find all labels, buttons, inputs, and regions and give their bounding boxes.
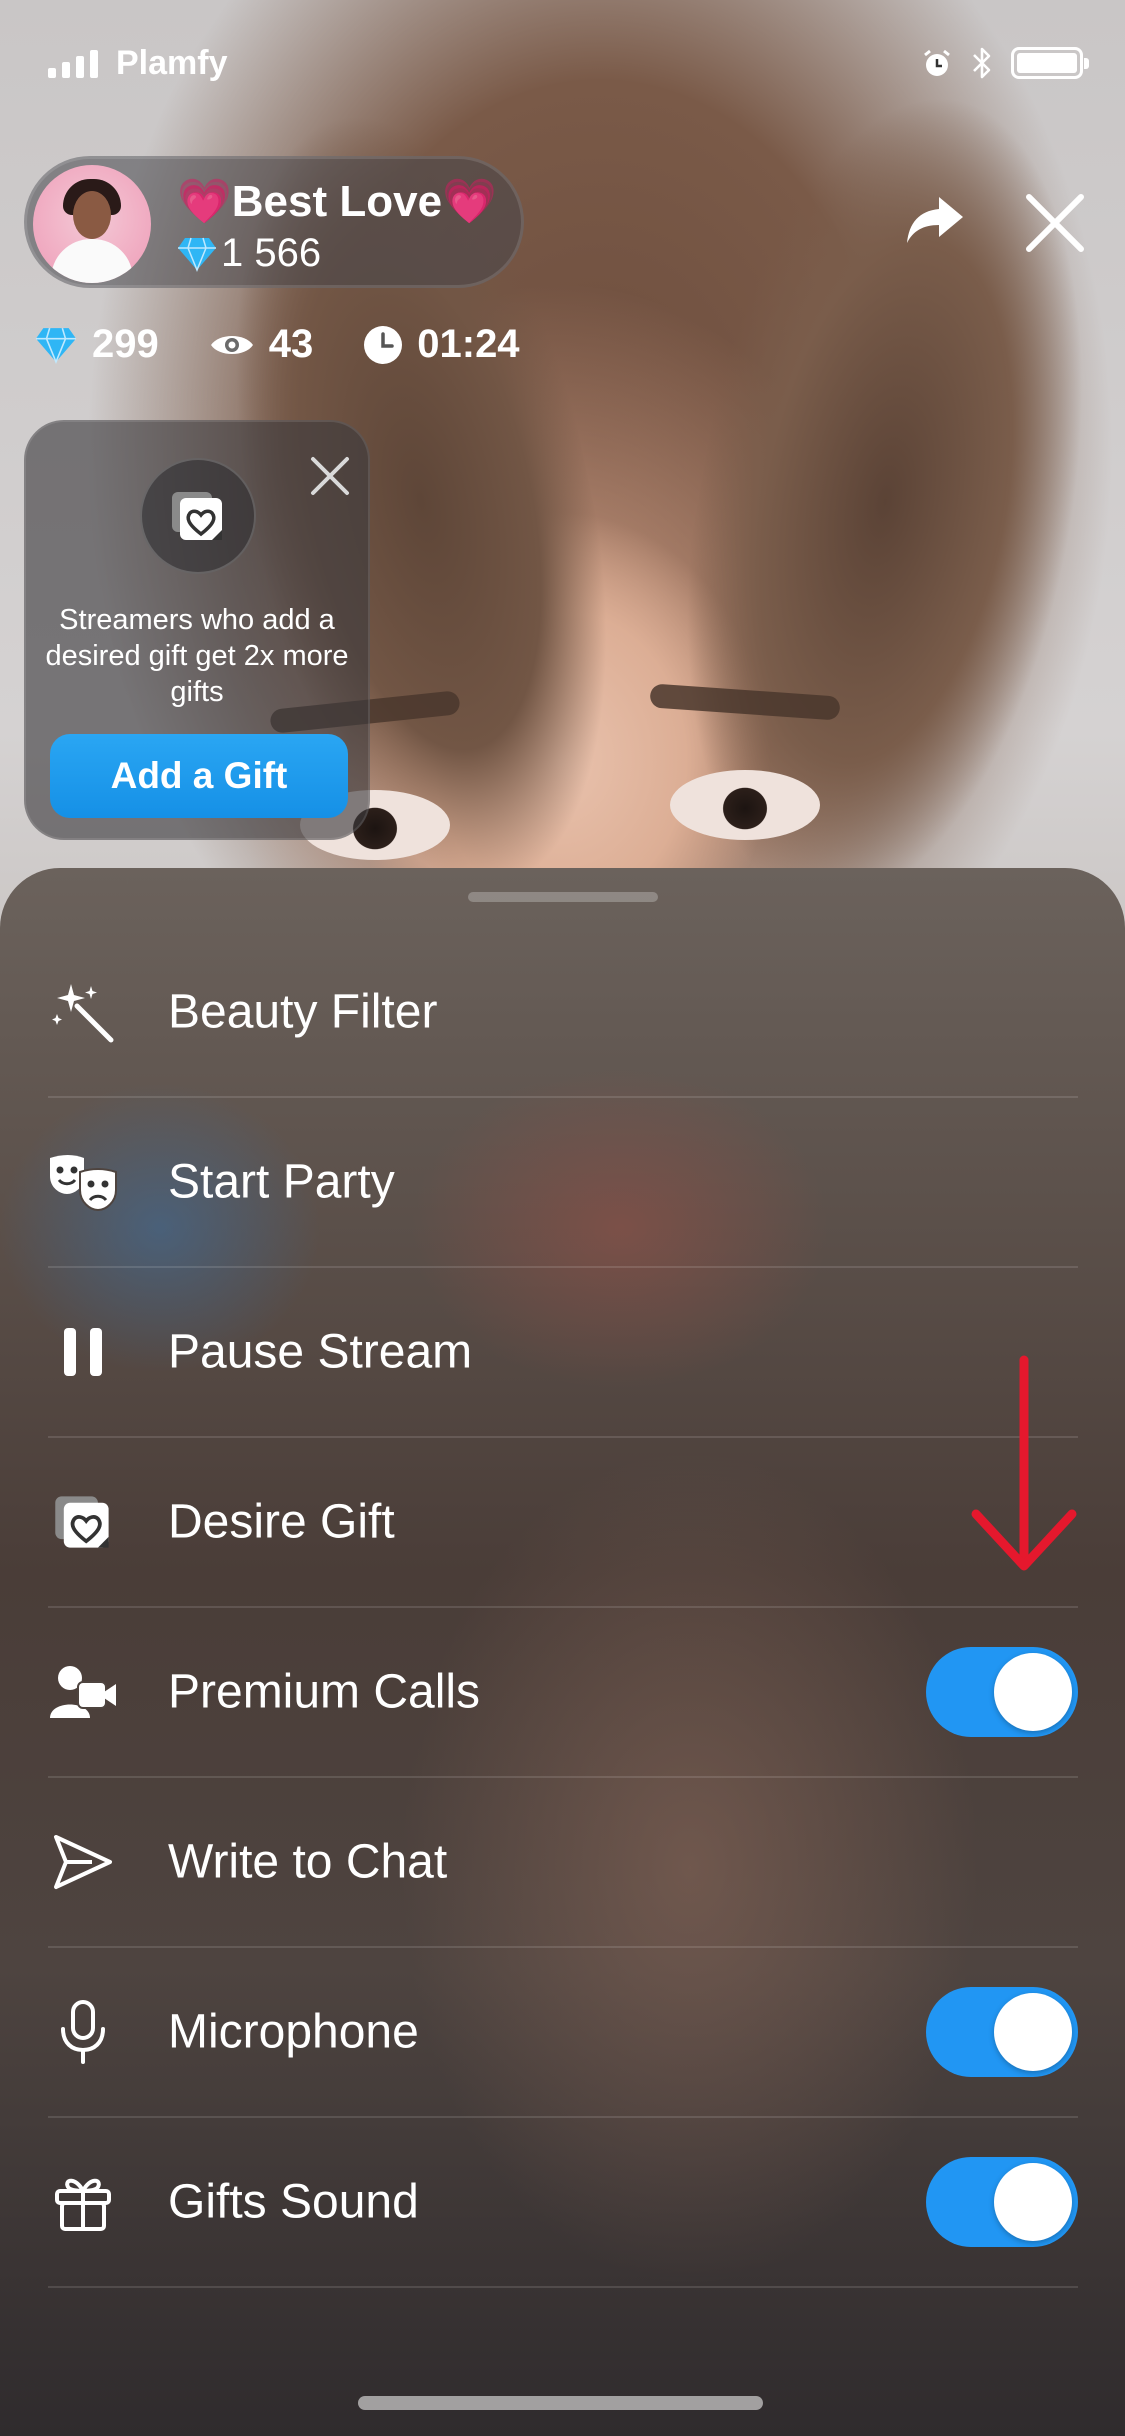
- microphone-icon: [48, 1997, 118, 2067]
- diamonds-stat: 299: [34, 322, 159, 367]
- menu-label: Gifts Sound: [168, 2175, 419, 2229]
- stream-options-sheet: Beauty Filter Start Party Pause Stream D…: [0, 868, 1125, 2436]
- streamer-score: 1 566: [177, 231, 321, 276]
- magic-wand-icon: [48, 977, 118, 1047]
- menu-label: Start Party: [168, 1155, 395, 1209]
- desire-gift-icon: [48, 1487, 118, 1557]
- video-hair-right: [621, 7, 1125, 1013]
- annotation-arrow-down-icon: [971, 1355, 1077, 1571]
- alarm-icon: [924, 49, 950, 76]
- close-icon: [311, 457, 349, 495]
- battery-icon: [1011, 47, 1089, 79]
- gifts-sound-toggle[interactable]: [926, 2157, 1078, 2247]
- stream-duration: 01:24: [417, 322, 520, 366]
- menu-item-start-party[interactable]: Start Party: [48, 1098, 1078, 1268]
- stream-stats: 299 43 01:24: [34, 322, 570, 367]
- close-icon: [1026, 194, 1084, 252]
- desire-gift-icon: [172, 492, 222, 540]
- desired-gift-tip-card: Streamers who add a desired gift get 2x …: [24, 420, 370, 840]
- menu-item-premium-calls[interactable]: Premium Calls: [48, 1608, 1078, 1778]
- menu-label: Beauty Filter: [168, 985, 438, 1039]
- status-icons: [921, 46, 1089, 80]
- menu-label: Premium Calls: [168, 1665, 481, 1719]
- battery-level: [1017, 53, 1077, 73]
- menu-item-gifts-sound[interactable]: Gifts Sound: [48, 2118, 1078, 2288]
- sheet-drag-handle[interactable]: [468, 892, 658, 902]
- duration-stat: 01:24: [363, 322, 520, 367]
- streamer-score-value: 1 566: [221, 231, 322, 275]
- status-bar: Plamfy: [0, 0, 1125, 130]
- close-stream-button[interactable]: [1012, 180, 1098, 266]
- diamond-icon: [35, 327, 77, 364]
- avatar[interactable]: [33, 165, 151, 283]
- tip-close-button[interactable]: [300, 446, 360, 506]
- viewers-stat: 43: [209, 322, 314, 367]
- tip-icon-badge: [140, 458, 256, 574]
- diamond-icon: [178, 237, 216, 272]
- home-indicator[interactable]: [358, 2396, 763, 2410]
- options-menu: Beauty Filter Start Party Pause Stream D…: [48, 928, 1078, 2288]
- menu-item-desire-gift[interactable]: Desire Gift: [48, 1438, 1078, 1608]
- clock-icon: [364, 325, 403, 364]
- premium-calls-toggle[interactable]: [926, 1647, 1078, 1737]
- gift-icon: [48, 2167, 118, 2237]
- streamer-info-pill[interactable]: 💗Best Love💗 1 566: [24, 156, 524, 288]
- menu-label: Pause Stream: [168, 1325, 473, 1379]
- viewers-count: 43: [268, 322, 314, 366]
- add-gift-button[interactable]: Add a Gift: [50, 734, 348, 818]
- theater-masks-icon: [48, 1147, 118, 1217]
- send-icon: [48, 1827, 118, 1897]
- menu-item-write-to-chat[interactable]: Write to Chat: [48, 1778, 1078, 1948]
- microphone-toggle[interactable]: [926, 1987, 1078, 2077]
- diamonds-count: 299: [92, 322, 159, 366]
- share-icon: [907, 197, 963, 243]
- menu-item-microphone[interactable]: Microphone: [48, 1948, 1078, 2118]
- menu-item-pause-stream[interactable]: Pause Stream: [48, 1268, 1078, 1438]
- carrier-name: Plamfy: [116, 44, 228, 82]
- menu-label: Microphone: [168, 2005, 419, 2059]
- bluetooth-icon: [973, 47, 991, 79]
- signal-icon: [48, 50, 98, 78]
- video-eye-right: [670, 770, 820, 840]
- tip-message: Streamers who add a desired gift get 2x …: [45, 604, 349, 708]
- menu-item-beauty-filter[interactable]: Beauty Filter: [48, 928, 1078, 1098]
- pause-icon: [48, 1317, 118, 1387]
- eye-icon: [210, 335, 253, 354]
- streamer-name: 💗Best Love💗: [177, 177, 497, 226]
- menu-label: Desire Gift: [168, 1495, 395, 1549]
- menu-label: Write to Chat: [168, 1835, 448, 1889]
- share-button[interactable]: [895, 180, 975, 260]
- premium-calls-icon: [48, 1657, 118, 1727]
